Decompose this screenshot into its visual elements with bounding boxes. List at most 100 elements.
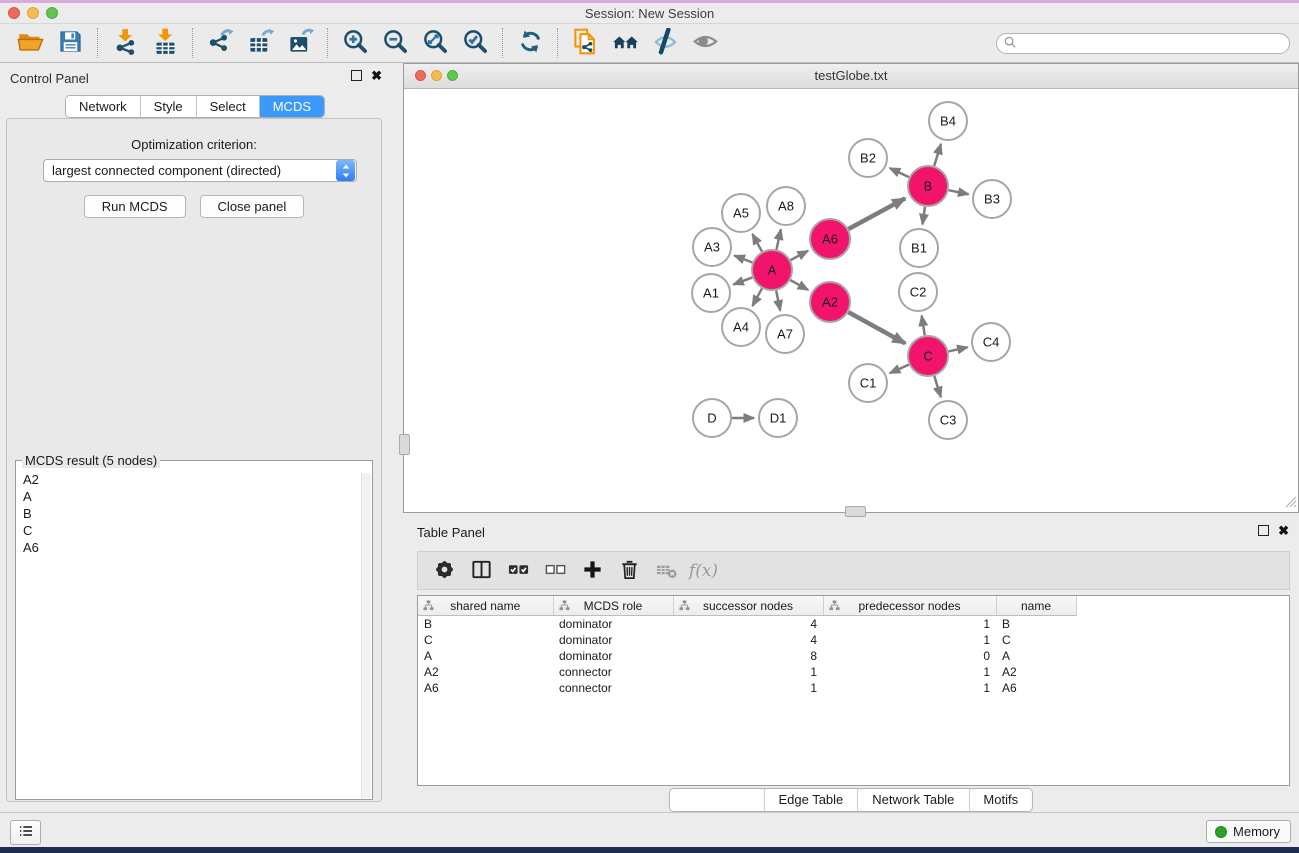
tab-mcds[interactable]: MCDS	[260, 96, 324, 117]
tab-select[interactable]: Select	[197, 96, 260, 117]
column-header-successor-nodes[interactable]: successor nodes	[673, 596, 823, 616]
table-cell[interactable]: 1	[823, 632, 996, 648]
column-settings-button[interactable]	[426, 554, 463, 588]
table-cell[interactable]: C	[996, 632, 1076, 648]
table-cell[interactable]: 1	[823, 616, 996, 633]
graph-node-A3[interactable]: A3	[693, 228, 731, 266]
graph-node-C[interactable]: C	[908, 336, 948, 376]
table-cell[interactable]: dominator	[553, 632, 673, 648]
graph-edge-B-B3[interactable]	[949, 190, 969, 194]
network-home-button[interactable]	[605, 26, 645, 60]
task-history-button[interactable]	[10, 820, 41, 845]
graph-node-A5[interactable]: A5	[722, 194, 760, 232]
delete-table-button[interactable]	[648, 554, 685, 588]
table-cell[interactable]: A2	[996, 664, 1076, 680]
search-field[interactable]	[996, 33, 1290, 54]
graph-node-C1[interactable]: C1	[849, 364, 887, 402]
zoom-out-button[interactable]	[375, 26, 415, 60]
table-cell[interactable]: connector	[553, 664, 673, 680]
column-header-predecessor-nodes[interactable]: predecessor nodes	[823, 596, 996, 616]
close-panel-icon[interactable]: ✖	[371, 70, 382, 81]
result-item[interactable]: A6	[16, 539, 360, 556]
graph-node-A1[interactable]: A1	[692, 274, 730, 312]
graph-edge-A-A8[interactable]	[776, 229, 780, 249]
clone-network-button[interactable]	[565, 26, 605, 60]
graph-edge-A-A1[interactable]	[733, 277, 752, 284]
close-table-panel-icon[interactable]: ✖	[1278, 525, 1289, 536]
birds-eye-view-button[interactable]	[685, 26, 725, 60]
graph-edge-C-C3[interactable]	[934, 376, 941, 397]
network-canvas[interactable]: B4B2BB3A5A8A6A3B1AA1C2A2A4A7CC4C1C3DD1	[404, 89, 1298, 512]
graph-edge-A2-C[interactable]	[848, 312, 905, 343]
result-item[interactable]: A2	[16, 471, 360, 488]
table-cell[interactable]: 8	[673, 648, 823, 664]
graph-edge-A-A2[interactable]	[790, 280, 808, 290]
table-cell[interactable]: A	[996, 648, 1076, 664]
column-header-shared-name[interactable]: shared name	[418, 596, 553, 616]
export-image-button[interactable]	[280, 26, 320, 60]
table-row[interactable]: Adominator80A	[418, 648, 1289, 664]
graph-node-C3[interactable]: C3	[929, 401, 967, 439]
tab-network-table[interactable]: Network Table	[858, 789, 969, 811]
delete-row-button[interactable]	[611, 554, 648, 588]
table-cell[interactable]: 0	[823, 648, 996, 664]
column-header-MCDS-role[interactable]: MCDS role	[553, 596, 673, 616]
column-header-name[interactable]: name	[996, 596, 1076, 616]
open-session-button[interactable]	[10, 26, 50, 60]
zoom-selected-button[interactable]	[455, 26, 495, 60]
tab-motifs[interactable]: Motifs	[969, 789, 1032, 811]
show-hide-graphics-button[interactable]	[645, 26, 685, 60]
graph-edge-C-C4[interactable]	[948, 347, 967, 351]
table-cell[interactable]: A6	[418, 680, 553, 696]
graph-node-B1[interactable]: B1	[900, 229, 938, 267]
graph-edge-A-A5[interactable]	[752, 234, 762, 251]
graph-edge-B-B2[interactable]	[890, 168, 909, 177]
graph-node-A2[interactable]: A2	[810, 282, 850, 322]
graph-edge-A-A7[interactable]	[776, 291, 780, 311]
float-panel-icon[interactable]	[351, 70, 362, 81]
graph-node-A7[interactable]: A7	[766, 315, 804, 353]
export-network-button[interactable]	[200, 26, 240, 60]
graph-node-A8[interactable]: A8	[767, 187, 805, 225]
graph-node-C2[interactable]: C2	[899, 273, 937, 311]
zoom-in-button[interactable]	[335, 26, 375, 60]
select-all-button[interactable]	[500, 554, 537, 588]
table-cell[interactable]: dominator	[553, 616, 673, 633]
table-cell[interactable]: C	[418, 632, 553, 648]
graph-edge-A-A4[interactable]	[752, 288, 762, 305]
tab-edge-table[interactable]: Edge Table	[764, 789, 858, 811]
table-cell[interactable]: A2	[418, 664, 553, 680]
zoom-fit-button[interactable]	[415, 26, 455, 60]
table-cell[interactable]: 1	[673, 680, 823, 696]
table-cell[interactable]: 1	[823, 680, 996, 696]
resize-grip-icon[interactable]	[1283, 494, 1297, 511]
float-table-panel-icon[interactable]	[1258, 525, 1269, 536]
table-row[interactable]: A6connector11A6	[418, 680, 1289, 696]
graph-edge-A-A6[interactable]	[791, 251, 808, 260]
table-row[interactable]: Bdominator41B	[418, 616, 1289, 633]
table-cell[interactable]: A6	[996, 680, 1076, 696]
graph-node-C4[interactable]: C4	[972, 323, 1010, 361]
search-input[interactable]	[1018, 35, 1289, 53]
graph-edge-B-B4[interactable]	[934, 144, 941, 166]
result-item[interactable]: A	[16, 488, 360, 505]
graph-edge-C-C2[interactable]	[922, 316, 925, 336]
graph-node-D1[interactable]: D1	[759, 399, 797, 437]
result-item[interactable]: B	[16, 505, 360, 522]
table-row[interactable]: A2connector11A2	[418, 664, 1289, 680]
network-window-titlebar[interactable]: testGlobe.txt	[404, 64, 1298, 89]
splitter-handle-vertical[interactable]	[399, 434, 410, 455]
run-mcds-button[interactable]: Run MCDS	[84, 195, 186, 218]
graph-node-B2[interactable]: B2	[849, 139, 887, 177]
tab-style[interactable]: Style	[141, 96, 197, 117]
apply-layout-button[interactable]	[510, 26, 550, 60]
graph-node-A6[interactable]: A6	[810, 219, 850, 259]
save-session-button[interactable]	[50, 26, 90, 60]
table-row[interactable]: Cdominator41C	[418, 632, 1289, 648]
graph-node-D[interactable]: D	[693, 399, 731, 437]
tab-node-table[interactable]: Node Table	[670, 789, 765, 811]
graph-node-A[interactable]: A	[752, 250, 792, 290]
result-scrollbar[interactable]	[361, 473, 371, 798]
table-cell[interactable]: B	[418, 616, 553, 633]
table-cell[interactable]: 1	[673, 664, 823, 680]
